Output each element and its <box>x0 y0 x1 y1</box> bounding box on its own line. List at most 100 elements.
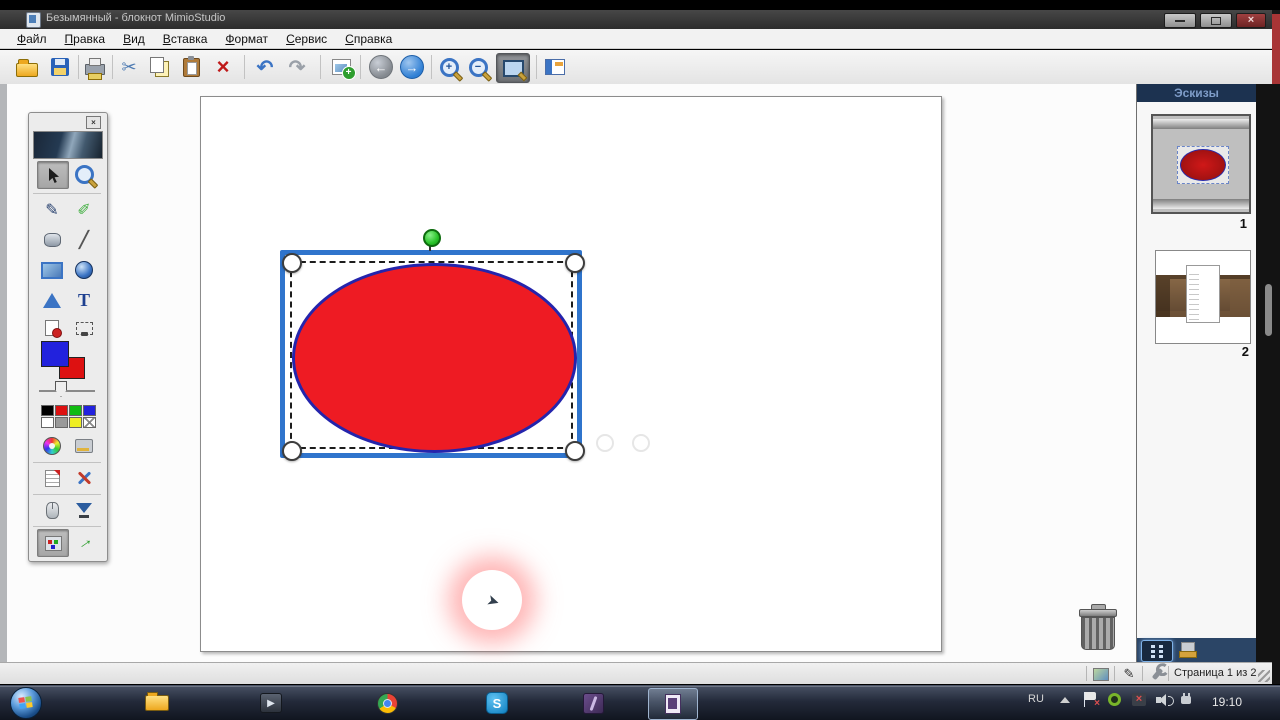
foreground-color-swatch[interactable] <box>41 341 69 367</box>
pen-status-icon: ✎ <box>1123 666 1135 681</box>
resize-handle-top-left[interactable] <box>282 253 302 273</box>
screen-clipping-tool[interactable] <box>69 315 99 341</box>
page-number-2: 2 <box>1241 344 1249 359</box>
previous-page-button[interactable]: ← <box>368 53 394 81</box>
selection-tool[interactable] <box>37 161 69 189</box>
menu-insert[interactable]: Вставка <box>154 30 217 48</box>
mouse-mode-button[interactable] <box>37 497 67 523</box>
text-tool[interactable]: T <box>69 287 99 313</box>
taskbar-player-button[interactable]: ▶ <box>256 691 286 715</box>
zoom-in-button[interactable]: + <box>436 53 462 81</box>
swatch-gray[interactable] <box>55 417 68 428</box>
tray-green-icon[interactable] <box>1108 693 1121 706</box>
page-indicator: Страница 1 из 2 <box>1174 667 1257 679</box>
taskbar-explorer-button[interactable] <box>142 691 172 715</box>
tray-device-error-icon[interactable]: × <box>1132 693 1146 706</box>
trash-can[interactable] <box>1076 604 1120 650</box>
drawing-tools-button[interactable] <box>69 465 99 491</box>
thumbnail-ellipse <box>1180 149 1226 181</box>
zoom-out-button[interactable]: − <box>465 53 491 81</box>
taskbar-clock[interactable]: 19:10 <box>1212 695 1242 709</box>
gallery-view-button[interactable] <box>1179 642 1203 658</box>
insert-file-tool[interactable] <box>37 315 67 341</box>
thumbnail-art <box>1153 199 1249 209</box>
eraser-icon <box>43 233 61 247</box>
swatch-green[interactable] <box>69 405 82 416</box>
line-tool[interactable]: ╱ <box>69 227 99 253</box>
crossed-brushes-icon <box>75 470 93 486</box>
network-plug-icon[interactable] <box>1180 693 1192 706</box>
volume-icon[interactable] <box>1156 694 1174 706</box>
menu-view[interactable]: Вид <box>114 30 154 48</box>
notebook-button[interactable] <box>37 465 67 491</box>
save-button[interactable] <box>47 53 73 81</box>
taskbar-skype-button[interactable]: S <box>482 691 512 715</box>
toolbar-separator <box>78 55 79 79</box>
swatch-white[interactable] <box>41 417 54 428</box>
marker-mode-button[interactable]: → <box>69 529 99 555</box>
print-button[interactable] <box>82 53 108 81</box>
rectangle-tool[interactable] <box>37 257 67 283</box>
minimize-button[interactable] <box>1164 13 1196 28</box>
selection-frame[interactable] <box>280 250 582 458</box>
tray-expand-icon[interactable] <box>1060 697 1070 703</box>
page-thumbnail-1[interactable] <box>1151 114 1251 214</box>
thickness-slider-handle[interactable] <box>55 381 67 397</box>
spotlight-button[interactable] <box>69 497 99 523</box>
paste-button[interactable] <box>178 53 204 81</box>
sidebar-scrollbar-thumb[interactable] <box>1265 284 1272 336</box>
resize-grip[interactable] <box>1258 670 1270 682</box>
start-button[interactable] <box>10 687 42 719</box>
new-page-button[interactable] <box>328 53 356 81</box>
taskbar-purple-app-button[interactable] <box>578 691 608 715</box>
menu-format[interactable]: Формат <box>216 30 277 48</box>
menu-file[interactable]: Файл <box>8 30 56 48</box>
resize-handle-top-right[interactable] <box>565 253 585 273</box>
copy-icon <box>149 57 169 77</box>
close-button[interactable]: × <box>1236 13 1266 28</box>
sidebar-scrollbar-track[interactable] <box>1256 84 1280 684</box>
zoom-tool[interactable] <box>69 161 99 187</box>
menu-tools[interactable]: Сервис <box>277 30 336 48</box>
resize-handle-bottom-right[interactable] <box>565 441 585 461</box>
pen-tool[interactable]: ✎ <box>37 197 67 223</box>
view-layout-button[interactable] <box>542 53 568 81</box>
interactive-mode-button[interactable] <box>496 53 530 83</box>
copy-button[interactable] <box>146 53 172 81</box>
swatch-transparent[interactable] <box>83 417 96 428</box>
taskbar-mimiostudio-button[interactable] <box>648 688 698 720</box>
status-tools-button[interactable] <box>1148 666 1166 682</box>
swatch-blue[interactable] <box>83 405 96 416</box>
maximize-button[interactable] <box>1200 13 1232 28</box>
open-button[interactable] <box>14 53 40 81</box>
cut-button[interactable]: ✂ <box>116 53 142 81</box>
ellipse-tool[interactable] <box>69 257 99 283</box>
zoom-in-icon: + <box>439 57 459 77</box>
highlighter-tool[interactable]: ✐ <box>69 197 99 223</box>
language-indicator[interactable]: RU <box>1028 693 1044 705</box>
swatch-black[interactable] <box>41 405 54 416</box>
applications-button[interactable] <box>37 529 69 557</box>
thumbnails-view-button[interactable] <box>1141 640 1173 662</box>
redo-button[interactable]: ↷ <box>284 53 310 81</box>
action-center-icon[interactable]: × <box>1084 692 1100 709</box>
delete-button[interactable]: × <box>210 53 236 81</box>
status-pen-button[interactable]: ✎ <box>1120 666 1138 682</box>
resize-handle-bottom-left[interactable] <box>282 441 302 461</box>
undo-button[interactable]: ↶ <box>252 53 278 81</box>
menu-edit[interactable]: Правка <box>56 30 115 48</box>
eraser-tool[interactable] <box>37 227 67 253</box>
triangle-tool[interactable] <box>37 287 67 313</box>
menu-help[interactable]: Справка <box>336 30 401 48</box>
palette-close-button[interactable]: × <box>86 116 101 129</box>
more-colors-button[interactable] <box>69 433 99 459</box>
rotation-handle[interactable] <box>423 229 441 247</box>
swatch-yellow[interactable] <box>69 417 82 428</box>
swatch-red[interactable] <box>55 405 68 416</box>
status-page-view-button[interactable] <box>1092 666 1110 682</box>
color-wheel-button[interactable] <box>37 433 67 459</box>
taskbar-chrome-button[interactable] <box>372 691 402 715</box>
new-page-icon <box>331 59 356 80</box>
next-page-button[interactable]: → <box>399 53 425 81</box>
page-thumbnail-2[interactable] <box>1155 250 1251 344</box>
